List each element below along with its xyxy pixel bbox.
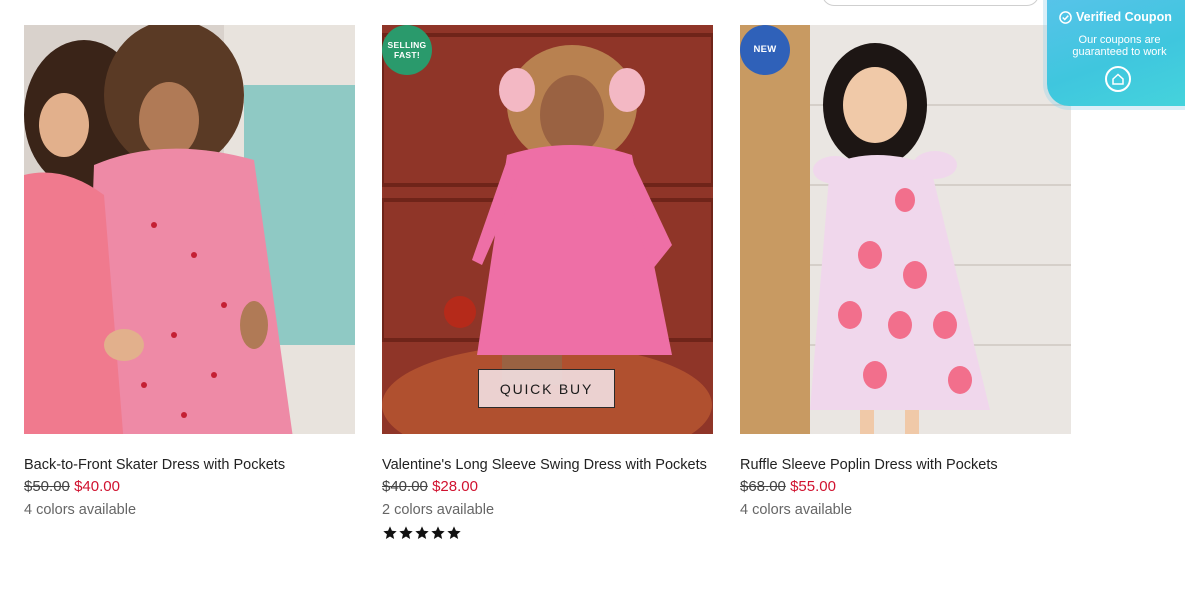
product-image[interactable] bbox=[24, 25, 355, 434]
star-icon bbox=[415, 526, 429, 539]
badge-line: FAST! bbox=[393, 50, 421, 60]
coupon-subtitle: Our coupons are guaranteed to work bbox=[1072, 34, 1167, 58]
product-image[interactable]: SELLING FAST! QUICK BUY bbox=[382, 25, 713, 434]
home-icon bbox=[1112, 73, 1124, 85]
sale-price: $28.00 bbox=[432, 478, 478, 495]
original-price: $40.00 bbox=[382, 478, 428, 495]
star-icon bbox=[399, 526, 413, 539]
product-title[interactable]: Back-to-Front Skater Dress with Pockets bbox=[24, 456, 355, 474]
original-price: $68.00 bbox=[740, 478, 786, 495]
product-price: $50.00 $40.00 bbox=[24, 478, 355, 496]
product-card[interactable]: NEW Ruffle Sleeve Poplin Dress with Pock… bbox=[740, 25, 1071, 519]
sale-price: $55.00 bbox=[790, 478, 836, 495]
shield-check-icon bbox=[1059, 10, 1072, 24]
product-image[interactable]: NEW bbox=[740, 25, 1071, 434]
product-title[interactable]: Ruffle Sleeve Poplin Dress with Pockets bbox=[740, 456, 1071, 474]
colors-available: 4 colors available bbox=[24, 502, 137, 518]
product-card[interactable]: SELLING FAST! QUICK BUY Valentine's Long … bbox=[382, 25, 713, 541]
star-rating[interactable] bbox=[382, 525, 713, 541]
home-logo-icon[interactable] bbox=[1105, 66, 1131, 92]
colors-available: 4 colors available bbox=[740, 502, 853, 518]
verified-coupon-widget[interactable]: Verified Coupon Our coupons are guarante… bbox=[1047, 0, 1185, 106]
product-price: $40.00 $28.00 bbox=[382, 478, 713, 496]
star-icon bbox=[447, 526, 461, 539]
original-price: $50.00 bbox=[24, 478, 70, 495]
badge-line: SELLING bbox=[387, 40, 427, 50]
star-icon bbox=[383, 526, 397, 539]
quick-buy-button[interactable]: QUICK BUY bbox=[478, 369, 615, 408]
star-icon bbox=[431, 526, 445, 539]
product-photo-girls-pink-dresses bbox=[24, 25, 355, 434]
product-photo-girl-strawberry-dress bbox=[740, 25, 1071, 434]
coupon-header: Verified Coupon bbox=[1059, 10, 1172, 24]
new-badge: NEW bbox=[740, 25, 790, 75]
colors-available: 2 colors available bbox=[382, 502, 495, 518]
selling-fast-badge: SELLING FAST! bbox=[382, 25, 432, 75]
product-title[interactable]: Valentine's Long Sleeve Swing Dress with… bbox=[382, 456, 713, 474]
product-card[interactable]: Back-to-Front Skater Dress with Pockets … bbox=[24, 25, 355, 519]
coupon-title: Verified Coupon bbox=[1076, 10, 1172, 24]
product-price: $68.00 $55.00 bbox=[740, 478, 1071, 496]
search-bar-fragment[interactable] bbox=[822, 0, 1039, 6]
sale-price: $40.00 bbox=[74, 478, 120, 495]
